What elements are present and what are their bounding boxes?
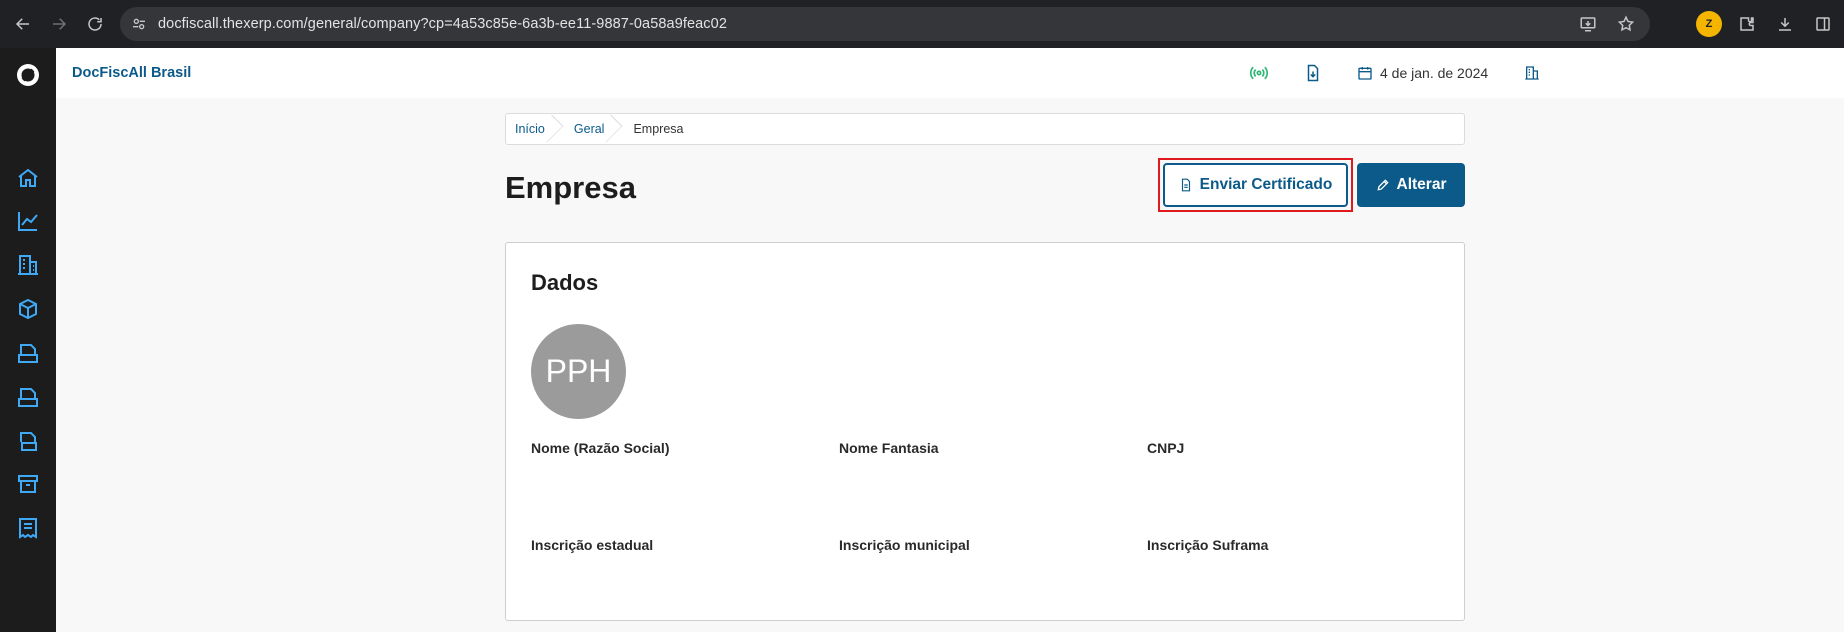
breadcrumb-geral[interactable]: Geral <box>565 114 625 144</box>
url-text: docfiscall.thexerp.com/general/company?c… <box>158 16 727 32</box>
nfce-icon[interactable] <box>14 383 42 411</box>
nfe-icon[interactable] <box>14 427 42 455</box>
browser-toolbar: docfiscall.thexerp.com/general/company?c… <box>0 0 1844 48</box>
chart-icon[interactable] <box>14 207 42 235</box>
side-panel-icon[interactable] <box>1810 11 1836 37</box>
downloads-icon[interactable] <box>1772 11 1798 37</box>
brand-title[interactable]: DocFiscAll Brasil <box>72 65 191 81</box>
nfse-icon[interactable] <box>14 339 42 367</box>
razao-social-label: Nome (Razão Social) <box>531 440 670 456</box>
building-icon[interactable] <box>14 251 42 279</box>
edit-button[interactable]: Alterar <box>1357 163 1465 207</box>
address-bar[interactable]: docfiscall.thexerp.com/general/company?c… <box>120 7 1650 41</box>
back-icon[interactable] <box>10 11 36 37</box>
nome-fantasia-label: Nome Fantasia <box>839 440 939 456</box>
card-title: Dados <box>531 270 599 295</box>
extensions-puzzle-icon[interactable] <box>1734 11 1760 37</box>
send-certificate-label: Enviar Certificado <box>1199 176 1333 193</box>
breadcrumb-empresa: Empresa <box>633 122 684 136</box>
company-icon[interactable] <box>1521 62 1543 84</box>
bookmark-star-icon[interactable] <box>1614 12 1638 36</box>
box-icon[interactable] <box>14 295 42 323</box>
breadcrumb-inicio[interactable]: Início <box>506 114 565 144</box>
forward-icon[interactable] <box>46 11 72 37</box>
avatar: PPH <box>531 324 626 419</box>
breadcrumb: Início Geral Empresa <box>505 113 1465 145</box>
sidebar <box>0 48 56 632</box>
current-date[interactable]: 4 de jan. de 2024 <box>1380 65 1488 81</box>
connection-status-icon[interactable] <box>1248 62 1270 84</box>
highlight-box: Enviar Certificado <box>1158 158 1353 212</box>
archive-icon[interactable] <box>14 470 42 498</box>
install-app-icon[interactable] <box>1576 12 1600 36</box>
calendar-icon <box>1354 62 1376 84</box>
cnpj-label: CNPJ <box>1147 440 1185 456</box>
pencil-icon <box>1377 179 1389 191</box>
app-logo-icon[interactable] <box>15 62 41 88</box>
edit-label: Alterar <box>1396 176 1447 193</box>
app-header: DocFiscAll Brasil 4 de jan. de 2024 <box>56 48 1844 98</box>
receipt-icon[interactable] <box>14 514 42 542</box>
inscricao-suframa-label: Inscrição Suframa <box>1147 537 1269 553</box>
send-certificate-button[interactable]: Enviar Certificado <box>1163 163 1348 207</box>
inscricao-municipal-label: Inscrição municipal <box>839 537 970 553</box>
download-file-icon[interactable] <box>1302 62 1324 84</box>
company-data-card: Dados PPH Nome (Razão Social) Nome Fanta… <box>505 242 1465 621</box>
document-icon <box>1181 178 1190 192</box>
home-icon[interactable] <box>14 164 42 192</box>
inscricao-estadual-label: Inscrição estadual <box>531 537 654 553</box>
extension-z-icon[interactable]: Z <box>1696 11 1722 37</box>
site-info-icon[interactable] <box>128 13 150 35</box>
reload-icon[interactable] <box>82 11 108 37</box>
page-title: Empresa <box>505 170 636 205</box>
